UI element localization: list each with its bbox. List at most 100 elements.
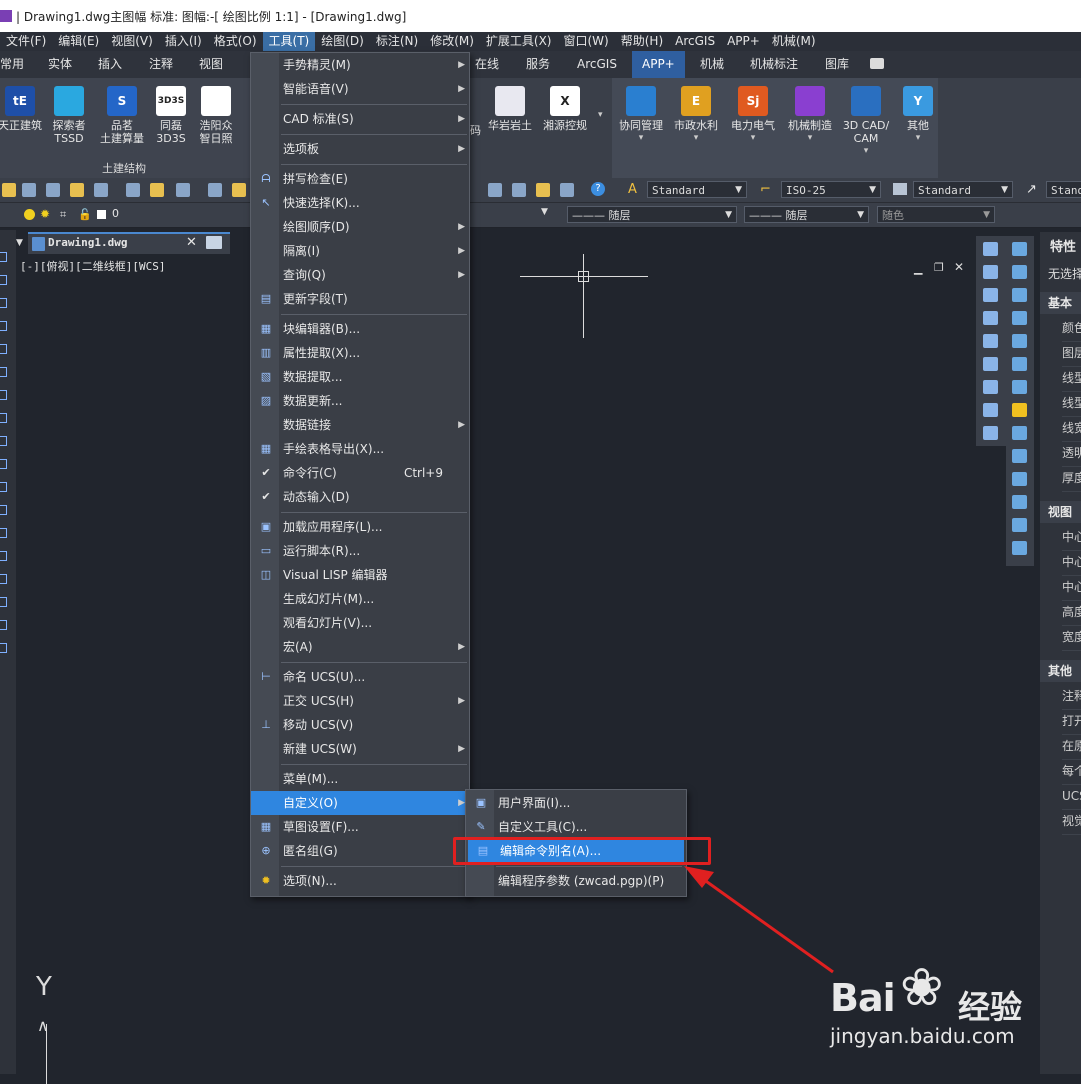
dimension-tool-icon[interactable] [1012,449,1027,463]
ribbon-dropdown-icon[interactable]: ▾ [598,110,603,120]
ribbon-tab-0[interactable]: 常用 [0,51,24,78]
property-row[interactable]: 线宽 [1062,416,1081,442]
dimension-tool-icon[interactable] [1012,518,1027,532]
property-row[interactable]: 厚度 [1062,466,1081,492]
ribbon-button-10[interactable]: 机械制造 ▾ [782,86,838,145]
ribbon-button-7[interactable]: 协同管理 ▾ [613,86,669,145]
ribbon-dropdown-arrow-icon[interactable]: ▾ [668,132,724,145]
customize-submenu-item-4[interactable]: 编辑程序参数 (zwcad.pgp)(P) [466,869,682,893]
tools-menu-item-36[interactable]: 自定义(O) ▶ [251,791,469,815]
tools-menu-item-40[interactable]: ✹ 选项(N)... [251,869,469,893]
tools-menu-item-0[interactable]: 手势精灵(M) ▶ [251,53,469,77]
menu-0[interactable]: 文件(F) [0,32,52,51]
viewport-close-icon[interactable]: ✕ [954,260,964,274]
draw-tool-icon[interactable] [0,275,7,285]
property-row[interactable]: UCS名称 [1062,784,1081,810]
tools-menu-item-27[interactable]: 观看幻灯片(V)... [251,611,469,635]
toolbar-tool-icon[interactable] [560,183,574,197]
viewport-minimize-icon[interactable]: ▁ [914,262,922,275]
property-row[interactable]: 打开UCS图标 [1062,709,1081,735]
tools-menu-item-28[interactable]: 宏(A) ▶ [251,635,469,659]
tools-menu-item-33[interactable]: 新建 UCS(W) ▶ [251,737,469,761]
toolbar-tool-icon[interactable] [150,183,164,197]
toolbar-tool-icon[interactable] [94,183,108,197]
menu-9[interactable]: 扩展工具(X) [480,32,558,51]
draw-tool-icon[interactable] [0,298,7,308]
menu-11[interactable]: 帮助(H) [615,32,669,51]
dimension-tool-icon[interactable] [1012,472,1027,486]
draw-tool-icon[interactable] [0,413,7,423]
ribbon-collapse-icon[interactable] [870,58,884,69]
menu-5[interactable]: 工具(T) [262,32,316,51]
ribbon-tab-7[interactable]: ArcGIS [577,51,617,78]
menu-2[interactable]: 视图(V) [105,32,159,51]
ribbon-tab-3[interactable]: 注释 [149,51,173,78]
draw-tool-icon[interactable] [0,252,7,262]
property-row[interactable]: 视觉样式 [1062,809,1081,835]
draw-tool-icon[interactable] [0,574,7,584]
modify-tool-icon[interactable] [983,288,998,302]
tools-menu-item-30[interactable]: ⊢ 命名 UCS(U)... [251,665,469,689]
draw-tool-icon[interactable] [0,528,7,538]
menu-13[interactable]: APP+ [721,32,766,51]
toolbar-tool-icon[interactable] [176,183,190,197]
modify-tool-icon[interactable] [983,265,998,279]
tools-menu-item-11[interactable]: 查询(Q) ▶ [251,263,469,287]
lineweight-combo[interactable]: ——— 随层 ▼ [744,206,869,223]
tools-menu-item-8[interactable]: ↖ 快速选择(K)... [251,191,469,215]
tools-menu-item-19[interactable]: ▦ 手绘表格导出(X)... [251,437,469,461]
ribbon-button-12[interactable]: Y 其他 ▾ [890,86,946,145]
layer-value[interactable]: 0 [112,207,119,220]
property-row[interactable]: 宽度 [1062,625,1081,651]
dim-style-combo[interactable]: ISO-25 ▼ [781,181,881,198]
property-row[interactable]: 线型比例 [1062,391,1081,417]
ribbon-button-6[interactable]: X 湘源控规 [537,86,593,132]
color-combo[interactable]: 随色 ▼ [877,206,995,223]
ribbon-dropdown-arrow-icon[interactable]: ▾ [838,145,894,158]
dimension-tool-icon[interactable] [1012,334,1027,348]
viewport-restore-icon[interactable]: ❐ [934,261,944,274]
property-row[interactable]: 线型 [1062,366,1081,392]
ribbon-tab-2[interactable]: 插入 [98,51,122,78]
property-row[interactable]: 颜色 [1062,316,1081,342]
ribbon-tab-4[interactable]: 视图 [199,51,223,78]
tools-menu-item-21[interactable]: ✔ 动态输入(D) [251,485,469,509]
ribbon-tab-1[interactable]: 实体 [48,51,72,78]
tools-menu-item-7[interactable]: ᗩ 拼写检查(E) [251,167,469,191]
property-row[interactable]: 注释比例 [1062,684,1081,710]
help-icon[interactable]: ? [591,182,605,196]
tools-menu-item-24[interactable]: ▭ 运行脚本(R)... [251,539,469,563]
dimension-tool-icon[interactable] [1012,403,1027,417]
draw-tool-icon[interactable] [0,597,7,607]
menu-1[interactable]: 编辑(E) [52,32,105,51]
text-style-combo[interactable]: Standard ▼ [647,181,747,198]
draw-tool-icon[interactable] [0,459,7,469]
tools-menu-item-20[interactable]: ✔ 命令行(C) Ctrl+9 [251,461,469,485]
draw-tool-icon[interactable] [0,505,7,515]
toolbar-tool-icon[interactable] [488,183,502,197]
draw-tool-icon[interactable] [0,643,7,653]
tools-menu-item-17[interactable]: ▨ 数据更新... [251,389,469,413]
property-row[interactable]: 图层 [1062,341,1081,367]
dimension-tool-icon[interactable] [1012,380,1027,394]
modify-tool-icon[interactable] [983,334,998,348]
tools-menu-item-37[interactable]: ▦ 草图设置(F)... [251,815,469,839]
tools-menu-item-18[interactable]: 数据链接 ▶ [251,413,469,437]
ribbon-button-5[interactable]: 华岩岩土 [482,86,538,132]
ribbon-button-8[interactable]: E 市政水利 ▾ [668,86,724,145]
toolbar-tool-icon[interactable] [46,183,60,197]
properties-section-item[interactable]: 基本 [1040,292,1081,314]
tools-menu-item-38[interactable]: ⊕ 匿名组(G) [251,839,469,863]
property-row[interactable]: 在原点显示UCS图标 [1062,734,1081,760]
dimension-tool-icon[interactable] [1012,426,1027,440]
ribbon-dropdown-arrow-icon[interactable]: ▾ [725,132,781,145]
tools-menu-item-5[interactable]: 选项板 ▶ [251,137,469,161]
draw-tool-icon[interactable] [0,321,7,331]
tools-menu-item-32[interactable]: ⊥ 移动 UCS(V) [251,713,469,737]
tools-menu-item-10[interactable]: 隔离(I) ▶ [251,239,469,263]
properties-section-item[interactable]: 其他 [1040,660,1081,682]
toolbar-tool-icon[interactable] [208,183,222,197]
toolbar-tool-icon[interactable] [232,183,246,197]
layer-combo-arrow[interactable]: ▼ [541,207,548,217]
table-style-combo[interactable]: Standard ▼ [913,181,1013,198]
